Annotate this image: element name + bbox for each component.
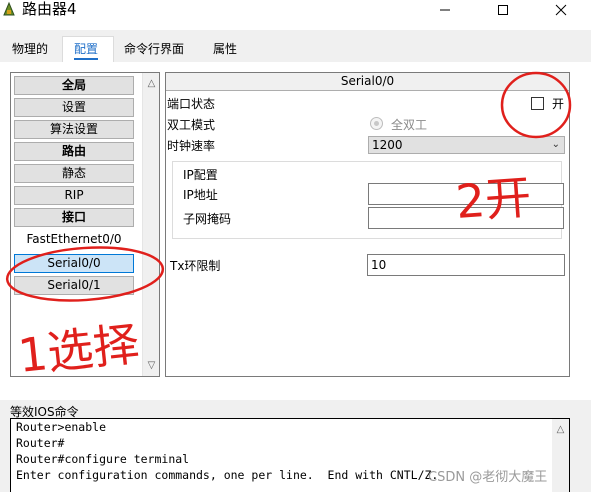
nav-header-routing[interactable]: 路由	[14, 142, 134, 161]
router-config-window: 路由器4 物理的 配置 命令行界面 属性 全局 设置 算法设置 路由 静态 RI…	[0, 0, 591, 492]
minimize-icon	[440, 9, 450, 11]
port-status-label: 端口状态	[167, 97, 216, 111]
close-button[interactable]	[538, 0, 584, 20]
duplex-label: 双工模式	[167, 118, 216, 132]
nav-header-global[interactable]: 全局	[14, 76, 134, 95]
tab-physical[interactable]: 物理的	[12, 40, 48, 60]
nav-list: 全局 设置 算法设置 路由 静态 RIP 接口 FastEthernet0/0 …	[10, 72, 160, 377]
scroll-up-icon[interactable]: △	[143, 75, 160, 92]
nav-scrollbar[interactable]: △ ▽	[142, 73, 159, 376]
title-bar: 路由器4	[0, 0, 591, 30]
interface-panel: Serial0/0 端口状态 开 双工模式 全双工 时钟速率 1200 ⌄ IP…	[165, 72, 570, 377]
nav-item-serial0-1[interactable]: Serial0/1	[14, 276, 134, 295]
scroll-up-icon[interactable]: △	[552, 421, 569, 438]
tx-ring-input[interactable]: 10	[367, 254, 565, 276]
tab-attributes[interactable]: 属性	[213, 40, 237, 60]
nav-item-rip[interactable]: RIP	[14, 186, 134, 205]
tab-bar: 物理的 配置 命令行界面 属性	[0, 36, 591, 62]
window-title: 路由器4	[22, 0, 77, 18]
config-area: 全局 设置 算法设置 路由 静态 RIP 接口 FastEthernet0/0 …	[0, 62, 591, 400]
close-icon	[555, 4, 567, 16]
nav-header-interface[interactable]: 接口	[14, 208, 134, 227]
port-on-label: 开	[552, 97, 565, 111]
router-app-icon	[3, 1, 15, 16]
nav-item-settings[interactable]: 设置	[14, 98, 134, 117]
subnet-mask-input[interactable]	[368, 207, 564, 229]
ip-address-input[interactable]	[368, 183, 564, 205]
scroll-down-icon[interactable]: ▽	[143, 357, 160, 374]
chevron-down-icon: ⌄	[551, 139, 560, 150]
clock-rate-value: 1200	[372, 138, 403, 152]
full-duplex-radio[interactable]	[370, 117, 383, 130]
maximize-icon	[498, 5, 508, 15]
nav-item-static[interactable]: 静态	[14, 164, 134, 183]
ip-config-label: IP配置	[183, 168, 218, 182]
ip-address-label: IP地址	[183, 188, 218, 202]
console-line: Router#	[16, 436, 65, 450]
nav-item-serial0-0[interactable]: Serial0/0	[14, 254, 134, 273]
nav-item-fastethernet0-0[interactable]: FastEthernet0/0	[14, 231, 134, 250]
minimize-button[interactable]	[422, 0, 468, 20]
console-scrollbar[interactable]: △	[552, 419, 569, 492]
full-duplex-label: 全双工	[391, 118, 428, 132]
console-line: Router#configure terminal	[16, 452, 190, 466]
clock-rate-select[interactable]: 1200 ⌄	[368, 136, 565, 154]
port-on-checkbox[interactable]	[531, 97, 544, 110]
nav-item-algorithm[interactable]: 算法设置	[14, 120, 134, 139]
clock-rate-label: 时钟速率	[167, 139, 216, 153]
panel-title: Serial0/0	[166, 73, 569, 91]
ip-config-group: IP配置 IP地址 子网掩码	[172, 161, 564, 239]
subnet-mask-label: 子网掩码	[183, 212, 232, 226]
tx-ring-label: Tx环限制	[170, 259, 221, 273]
maximize-button[interactable]	[480, 0, 526, 20]
console-line: Router>enable	[16, 420, 107, 434]
tab-cli[interactable]: 命令行界面	[124, 40, 184, 60]
watermark: CSDN @老彻大魔王	[428, 470, 548, 485]
tab-config[interactable]: 配置	[74, 40, 99, 60]
